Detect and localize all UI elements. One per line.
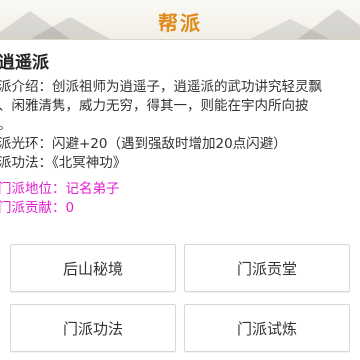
sect-name: 逍遥派 — [0, 53, 49, 73]
sect-status-value: 记名弟子 — [65, 181, 120, 197]
header-bar: 帮派 — [0, 0, 360, 40]
sect-contribution: 门派贡献：0 — [0, 199, 74, 217]
sect-status-label: 门派地位： — [0, 181, 66, 197]
page-title: 帮派 — [158, 11, 202, 35]
sect-intro-line: 、闲雅清隽，威力无穷，得其一，则能在宇内所向披 — [0, 98, 309, 114]
houshan-secret-realm-button[interactable]: 后山秘境 — [10, 244, 176, 292]
sect-skills-button[interactable]: 门派功法 — [10, 304, 176, 352]
sect-intro-line: 。 — [0, 116, 12, 134]
sect-contribution-label: 门派贡献： — [0, 200, 66, 216]
sect-aura-value: 闪避+20（遇到强敌时增加20点闪避） — [52, 136, 287, 152]
sect-skill: 派功法：《北冥神功》 — [0, 154, 126, 172]
sect-aura-label: 派光环： — [0, 136, 52, 152]
sect-status: 门派地位：记名弟子 — [0, 180, 120, 198]
sect-skill-label: 派功法： — [0, 155, 52, 171]
sect-contribution-value: 0 — [65, 200, 75, 216]
sect-aura: 派光环：闪避+20（遇到强敌时增加20点闪避） — [0, 135, 287, 153]
sect-skill-value: 《北冥神功》 — [52, 155, 127, 171]
sect-intro-line: 派介绍：创派祖师为逍遥子，逍遥派的武功讲究轻灵飘 — [0, 79, 322, 95]
sect-contribution-hall-button[interactable]: 门派贡堂 — [184, 244, 350, 292]
sect-info-panel: 逍遥派 派介绍：创派祖师为逍遥子，逍遥派的武功讲究轻灵飘 、闲雅清隽，威力无穷，… — [0, 40, 360, 360]
sect-trial-button[interactable]: 门派试炼 — [184, 304, 350, 352]
